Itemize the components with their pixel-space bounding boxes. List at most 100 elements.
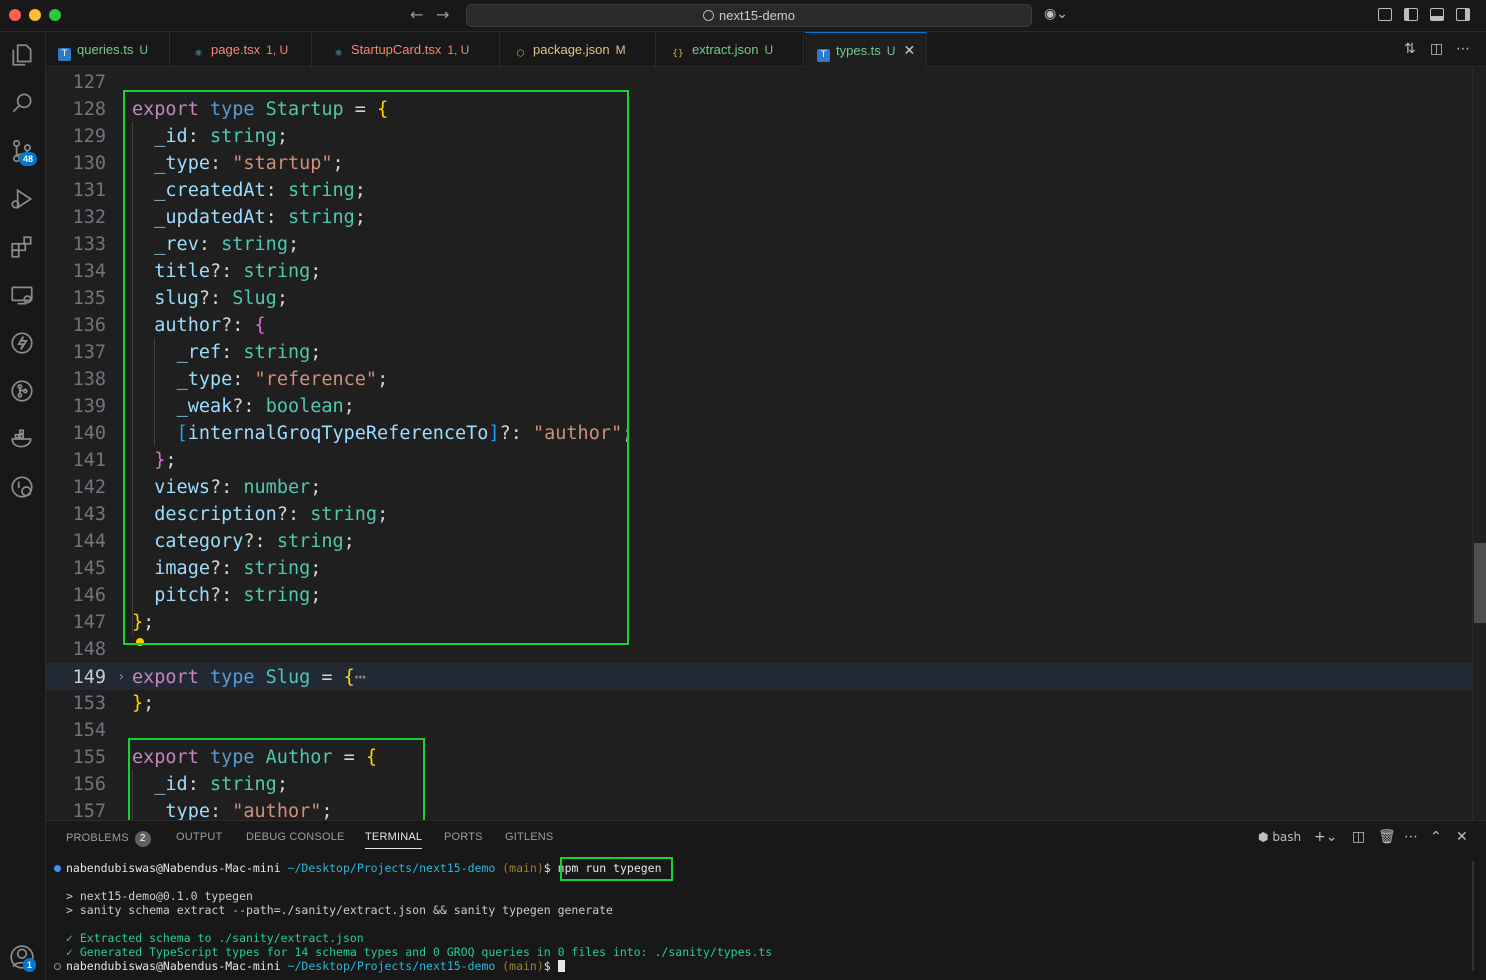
thunder-client-icon[interactable] xyxy=(9,330,37,358)
tab-gitlens[interactable]: GITLENS xyxy=(505,831,553,843)
typescript-file-icon: T xyxy=(58,48,71,61)
tab-page-tsx[interactable]: ⚛ page.tsx 1, U xyxy=(180,32,312,67)
code-line: 139 _weak?: boolean; xyxy=(72,396,355,417)
tab-problems[interactable]: PROBLEMS 2 xyxy=(66,831,151,847)
chevron-right-icon[interactable]: › xyxy=(117,664,125,691)
code-line: 129 _id: string; xyxy=(72,126,288,147)
source-control-icon[interactable]: 48 xyxy=(9,138,38,166)
copilot-icon[interactable]: ◉⌄ xyxy=(1044,6,1068,22)
editor-scrollbar[interactable] xyxy=(1472,68,1486,820)
close-panel-icon[interactable]: ✕ xyxy=(1456,829,1468,845)
tab-startupcard-tsx[interactable]: ⚛ StartupCard.tsx 1, U xyxy=(320,32,500,67)
arrow-left-icon[interactable]: ← xyxy=(410,5,423,24)
command-status-dot xyxy=(54,963,61,970)
split-editor-icon[interactable]: ◫ xyxy=(1430,41,1443,57)
problems-count-badge: 2 xyxy=(134,831,151,847)
search-icon xyxy=(703,10,715,21)
editor-scrollbar-thumb[interactable] xyxy=(1474,543,1486,623)
new-terminal-icon[interactable]: +⌄ xyxy=(1314,829,1337,845)
window-minimize-button[interactable] xyxy=(29,9,41,21)
code-line: 134 title?: string; xyxy=(72,261,322,282)
terminal-prompt-line: nabendubiswas@Nabendus-Mac-mini ~/Deskto… xyxy=(66,959,565,973)
window-close-button[interactable] xyxy=(9,9,21,21)
search-icon[interactable] xyxy=(9,90,37,118)
code-line: 131 _createdAt: string; xyxy=(72,180,366,201)
tab-output[interactable]: OUTPUT xyxy=(176,831,222,843)
typescript-file-icon: T xyxy=(817,49,830,62)
terminal-output-line: > sanity schema extract --path=./sanity/… xyxy=(66,903,613,917)
code-line: 140 [internalGroqTypeReferenceTo]?: "aut… xyxy=(72,423,634,444)
json-file-icon: {} xyxy=(672,49,684,59)
lightbulb-icon[interactable] xyxy=(136,638,144,646)
tab-terminal[interactable]: TERMINAL xyxy=(365,831,423,849)
code-line: 147}; xyxy=(72,612,155,633)
node-file-icon: ⬡ xyxy=(516,49,525,59)
docker-icon[interactable] xyxy=(9,426,37,454)
tab-types-ts[interactable]: Ttypes.ts U ✕ xyxy=(805,32,927,68)
react-file-icon: ⚛ xyxy=(194,49,203,59)
code-line: 138 _type: "reference"; xyxy=(72,369,389,390)
terminal-icon: ⬢ xyxy=(1258,830,1269,844)
code-editor[interactable]: 127 128 export type Startup = { 129 _id: … xyxy=(46,68,1486,820)
terminal-shell-selector[interactable]: ⬢ bash xyxy=(1258,830,1301,844)
tab-extract-json[interactable]: {} extract.json U xyxy=(658,32,804,67)
split-terminal-icon[interactable]: ◫ xyxy=(1352,829,1365,845)
code-line: 145 image?: string; xyxy=(72,558,322,579)
code-line: 133 _rev: string; xyxy=(72,234,300,255)
code-line: 127 xyxy=(72,72,106,93)
toggle-primary-sidebar-icon[interactable] xyxy=(1404,8,1418,21)
remote-explorer-icon[interactable] xyxy=(9,282,37,310)
trash-icon[interactable]: 🗑 xyxy=(1378,829,1396,845)
code-line: 148 xyxy=(72,639,106,660)
react-file-icon: ⚛ xyxy=(334,49,343,59)
code-line: 136 author?: { xyxy=(72,315,266,336)
maximize-panel-icon[interactable]: ⌃ xyxy=(1430,829,1442,845)
more-actions-icon[interactable]: ⋯ xyxy=(1404,829,1418,845)
explorer-icon[interactable] xyxy=(9,42,37,70)
git-graph-icon[interactable] xyxy=(9,378,37,406)
code-line: 130 _type: "startup"; xyxy=(72,153,344,174)
more-actions-icon[interactable]: ⋯ xyxy=(1456,41,1470,57)
code-line: 132 _updatedAt: string; xyxy=(72,207,366,228)
command-status-dot xyxy=(54,865,61,872)
code-line: 153}; xyxy=(72,693,155,714)
command-highlight-box xyxy=(560,857,673,881)
command-center-search[interactable]: next15-demo xyxy=(466,4,1032,27)
terminal-success-line: ✓ Generated TypeScript types for 14 sche… xyxy=(66,945,773,959)
account-icon[interactable]: 1 xyxy=(9,944,37,972)
arrow-right-icon[interactable]: → xyxy=(436,5,449,24)
code-line: 154 xyxy=(72,720,106,741)
close-icon[interactable]: ✕ xyxy=(903,43,915,59)
terminal-scrollbar[interactable] xyxy=(1472,861,1474,971)
tab-queries-ts[interactable]: Tqueries.ts U xyxy=(46,32,170,67)
terminal-output-line: > next15-demo@0.1.0 typegen xyxy=(66,889,253,903)
code-line-current: 149 › export type Slug = {⋯ xyxy=(46,663,1472,690)
terminal-cursor xyxy=(557,960,565,972)
workspace-name: next15-demo xyxy=(719,8,795,23)
window-maximize-button[interactable] xyxy=(49,9,61,21)
terminal-success-line: ✓ Extracted schema to ./sanity/extract.j… xyxy=(66,931,364,945)
toggle-secondary-sidebar-icon[interactable] xyxy=(1456,8,1470,21)
tab-debug-console[interactable]: DEBUG CONSOLE xyxy=(246,831,345,843)
activity-bar: 48 1 xyxy=(0,32,46,980)
timeline-icon[interactable] xyxy=(9,474,37,502)
code-line: 143 description?: string; xyxy=(72,504,389,525)
tab-package-json[interactable]: ⬡ package.json M xyxy=(502,32,656,67)
code-line: 135 slug?: Slug; xyxy=(72,288,288,309)
tab-ports[interactable]: PORTS xyxy=(444,831,483,843)
open-changes-icon[interactable]: ⇅ xyxy=(1404,41,1416,57)
code-line: 144 category?: string; xyxy=(72,531,355,552)
code-line: 157 _type: "author"; xyxy=(72,801,333,820)
code-line: 146 pitch?: string; xyxy=(72,585,322,606)
run-debug-icon[interactable] xyxy=(9,186,37,214)
code-line: 155 export type Author = { xyxy=(72,747,378,768)
toggle-panel-icon[interactable] xyxy=(1430,8,1444,21)
code-line: 137 _ref: string; xyxy=(72,342,322,363)
code-line: 128 export type Startup = { xyxy=(72,99,389,120)
folded-region-ellipsis[interactable]: ⋯ xyxy=(355,667,366,688)
customize-layout-icon[interactable] xyxy=(1378,8,1392,21)
account-badge: 1 xyxy=(23,958,37,972)
code-line: 141 }; xyxy=(72,450,177,471)
code-line: 156 _id: string; xyxy=(72,774,288,795)
extensions-icon[interactable] xyxy=(9,234,37,262)
